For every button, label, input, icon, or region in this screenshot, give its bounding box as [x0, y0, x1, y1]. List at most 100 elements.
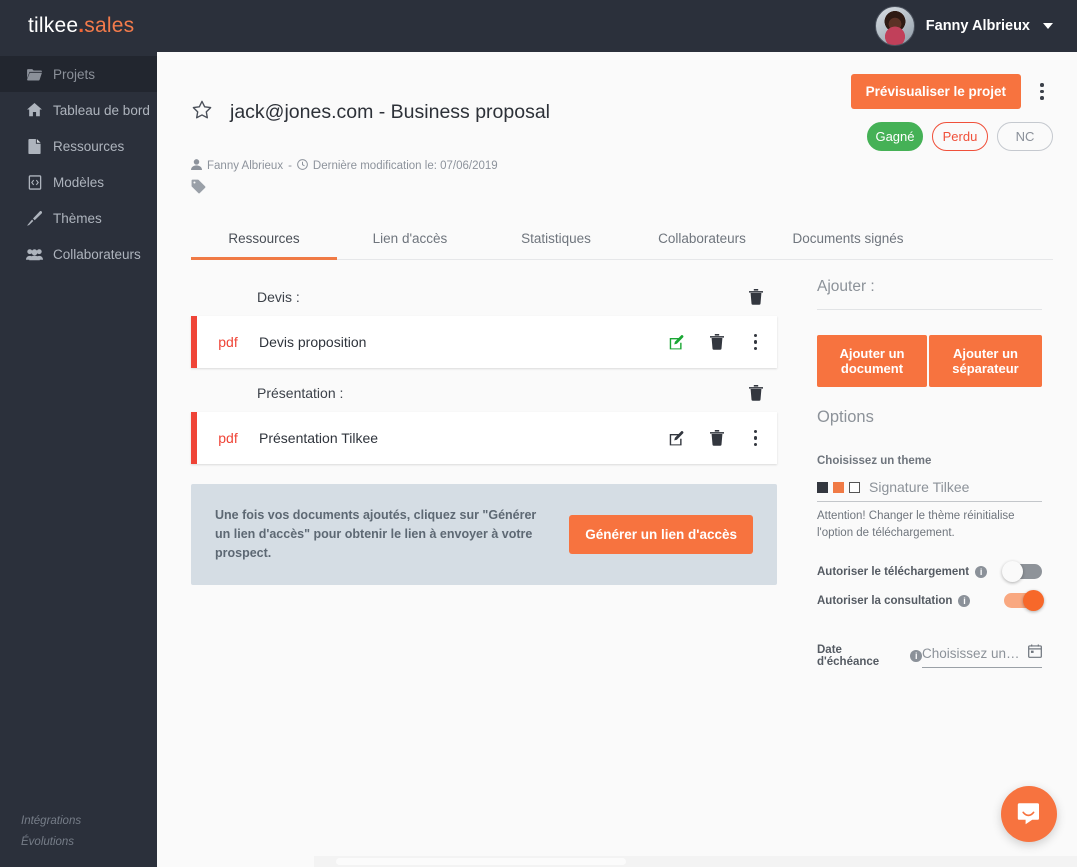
sidebar-footer: Intégrations Évolutions: [0, 811, 157, 867]
theme-field-label: Choisissez un theme: [817, 455, 932, 467]
sidebar-item-label: Modèles: [53, 174, 105, 190]
sidebar-item-tableau-de-bord[interactable]: Tableau de bord: [0, 92, 157, 128]
due-date-text: Date d'échéance: [817, 644, 880, 668]
row-more-options-icon[interactable]: [750, 333, 762, 351]
title-left: jack@jones.com - Business proposal: [191, 99, 550, 126]
theme-warning-note: Attention! Changer le thème réinitialise…: [817, 510, 1015, 539]
add-document-button[interactable]: Ajouter un document: [817, 335, 927, 387]
consult-toggle[interactable]: [1004, 590, 1044, 611]
status-pills: Gagné Perdu NC: [867, 122, 1053, 151]
sidebar-item-modeles[interactable]: Modèles: [0, 164, 157, 200]
delete-separator-icon[interactable]: [749, 289, 763, 305]
due-date-label: Date d'échéance i: [817, 644, 922, 668]
add-buttons: Ajouter un document Ajouter un séparateu…: [817, 335, 1042, 387]
chat-icon: [1017, 803, 1039, 825]
sidebar-item-projets[interactable]: Projets: [0, 56, 157, 92]
document-name: Devis proposition: [259, 334, 367, 350]
theme-swatch-dark: [817, 481, 828, 493]
title-row: jack@jones.com - Business proposal Prévi…: [191, 74, 1053, 151]
brush-icon: [26, 210, 43, 226]
edit-icon[interactable]: [669, 430, 684, 446]
resources-column: Devis : pdf Devis proposition Présentati…: [157, 278, 777, 867]
tab-statistiques[interactable]: Statistiques: [483, 221, 629, 259]
tab-lien-dacces[interactable]: Lien d'accès: [337, 221, 483, 259]
info-icon[interactable]: i: [910, 650, 922, 662]
body: Projets Tableau de bord Ressources Modèl…: [0, 52, 1077, 867]
options-panel: Ajouter : Ajouter un document Ajouter un…: [777, 278, 1053, 867]
calendar-icon[interactable]: [1028, 644, 1042, 663]
sidebar-footer-integrations[interactable]: Intégrations: [21, 811, 157, 832]
due-date-row: Date d'échéance i Choisissez un…: [817, 644, 1042, 668]
tab-bar: Ressources Lien d'accès Statistiques Col…: [191, 221, 1053, 260]
tag-icon: [191, 179, 206, 198]
user-menu[interactable]: Fanny Albrieux: [874, 6, 1053, 46]
code-file-icon: [26, 174, 43, 190]
home-icon: [26, 103, 43, 117]
content-area: Devis : pdf Devis proposition Présentati…: [157, 260, 1077, 867]
info-icon[interactable]: i: [975, 565, 988, 578]
project-meta: Fanny Albrieux - Dernière modification l…: [191, 159, 1053, 173]
sidebar: Projets Tableau de bord Ressources Modèl…: [0, 52, 157, 867]
app-logo[interactable]: tilkee.sales: [28, 14, 134, 38]
add-separator-button[interactable]: Ajouter un séparateur: [928, 335, 1042, 387]
folder-icon: [26, 68, 43, 81]
document-actions: [669, 429, 778, 447]
tab-ressources[interactable]: Ressources: [191, 221, 337, 260]
sidebar-item-themes[interactable]: Thèmes: [0, 200, 157, 236]
app-root: tilkee.sales Fanny Albrieux Projets Tabl…: [0, 0, 1077, 867]
consult-toggle-row: Autoriser la consultation i: [817, 590, 1044, 611]
panel-add-title: Ajouter :: [817, 278, 875, 295]
sidebar-item-label: Thèmes: [53, 210, 102, 226]
separator-row: Présentation :: [191, 374, 777, 412]
tag-row[interactable]: [191, 179, 1053, 199]
table-row[interactable]: pdf Présentation Tilkee: [191, 412, 777, 464]
page-header: jack@jones.com - Business proposal Prévi…: [157, 52, 1077, 199]
document-name: Présentation Tilkee: [259, 430, 379, 446]
more-options-icon[interactable]: [1031, 79, 1053, 105]
row-more-options-icon[interactable]: [750, 429, 762, 447]
sidebar-item-ressources[interactable]: Ressources: [0, 128, 157, 164]
delete-separator-icon[interactable]: [749, 385, 763, 401]
status-badge-won[interactable]: Gagné: [867, 122, 923, 151]
star-icon[interactable]: [191, 99, 213, 126]
person-icon: [191, 159, 202, 173]
scrollbar-thumb[interactable]: [336, 858, 626, 865]
sidebar-item-label: Tableau de bord: [53, 102, 150, 118]
preview-project-button[interactable]: Prévisualiser le projet: [850, 74, 1021, 109]
chat-widget-button[interactable]: [1001, 786, 1057, 842]
document-type-label: pdf: [218, 430, 238, 446]
download-toggle[interactable]: [1002, 561, 1042, 582]
generate-access-link-button[interactable]: Générer un lien d'accès: [569, 515, 753, 554]
options-title: Options: [817, 408, 874, 426]
sidebar-footer-evolutions[interactable]: Évolutions: [21, 832, 157, 853]
divider: [817, 309, 1042, 310]
horizontal-scrollbar[interactable]: [314, 856, 1077, 867]
table-row[interactable]: pdf Devis proposition: [191, 316, 777, 368]
logo-text-secondary: sales: [84, 14, 135, 37]
file-icon: [26, 138, 43, 154]
tab-collaborateurs[interactable]: Collaborateurs: [629, 221, 775, 259]
sidebar-item-collaborateurs[interactable]: Collaborateurs: [0, 236, 157, 272]
status-badge-lost[interactable]: Perdu: [932, 122, 988, 151]
meta-separator: -: [288, 160, 292, 172]
theme-select[interactable]: Signature Tilkee: [817, 479, 1042, 502]
clock-icon: [297, 159, 308, 173]
project-last-modified: Dernière modification le: 07/06/2019: [312, 160, 498, 172]
download-toggle-row: Autoriser le téléchargement i: [817, 561, 1042, 582]
tab-documents-signes[interactable]: Documents signés: [775, 221, 921, 259]
status-badge-nc[interactable]: NC: [997, 122, 1053, 151]
delete-icon[interactable]: [709, 334, 724, 350]
header-actions: Prévisualiser le projet: [850, 74, 1053, 109]
edit-icon[interactable]: [669, 334, 684, 350]
logo-text-primary: tilkee: [28, 14, 79, 37]
info-icon[interactable]: i: [958, 594, 971, 607]
due-date-input[interactable]: Choisissez un…: [922, 644, 1042, 668]
top-bar: tilkee.sales Fanny Albrieux: [0, 0, 1077, 52]
chevron-down-icon: [1043, 23, 1053, 29]
user-name: Fanny Albrieux: [925, 18, 1030, 34]
consult-toggle-label: Autoriser la consultation i: [817, 594, 971, 607]
theme-swatch-orange: [833, 481, 844, 493]
separator-row: Devis :: [191, 278, 777, 316]
delete-icon[interactable]: [709, 430, 724, 446]
